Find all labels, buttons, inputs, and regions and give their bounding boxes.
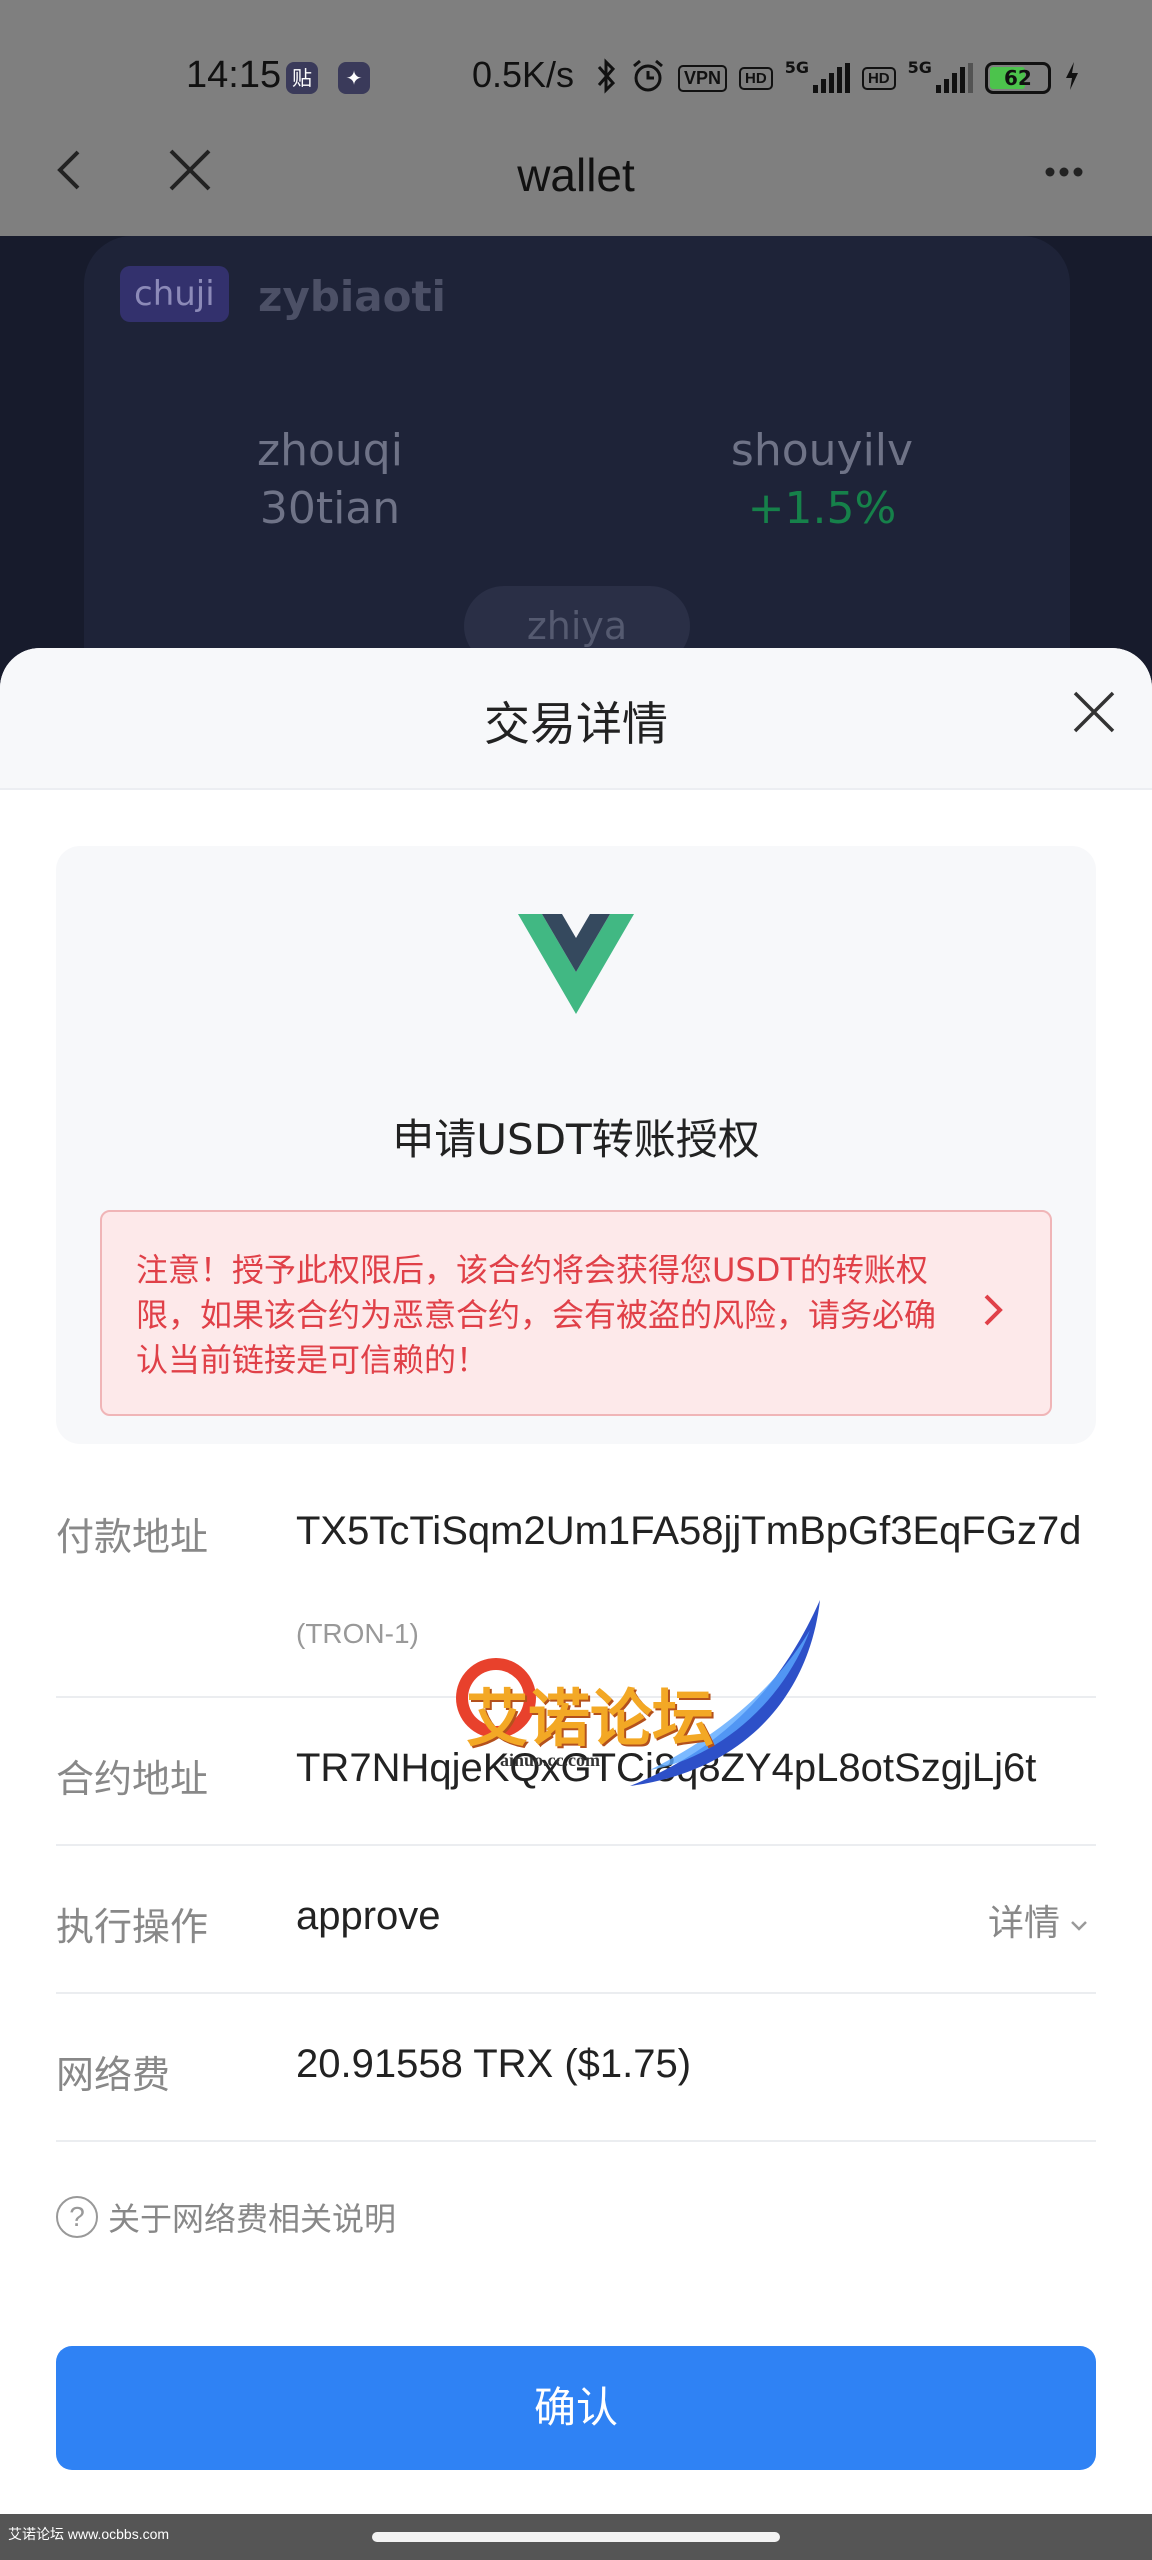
signal-strength-icon: [812, 63, 850, 93]
authorization-panel: 申请USDT转账授权 注意！授予此权限后，该合约将会获得您USDT的转账权限，如…: [56, 846, 1096, 1444]
status-time: 14:15: [186, 54, 282, 96]
battery-level: 62: [1003, 66, 1032, 90]
hd-icon: HD: [739, 66, 773, 90]
more-button[interactable]: [1034, 142, 1094, 202]
period-label: zhouqi: [257, 425, 403, 476]
nav-bar: wallet: [0, 110, 1152, 236]
period-value: 30tian: [259, 483, 401, 534]
action-label: 执行操作: [56, 1905, 209, 1949]
payer-address-value: TX5TcTiSqm2Um1FA58jjTmBpGf3EqFGz7d: [296, 1509, 1082, 1553]
sim2-5g-label: 5G: [907, 58, 932, 77]
action-value: approve: [296, 1894, 441, 1938]
fee-help-link[interactable]: ? 关于网络费相关说明: [56, 2194, 396, 2240]
payer-network: (TRON-1): [296, 1618, 419, 1649]
transaction-details-sheet: 交易详情 申请USDT转账授权 注意！授予此权限后，该合约将会获得您USDT的转…: [0, 648, 1152, 2514]
network-fee-label: 网络费: [56, 2053, 171, 2097]
contract-address-label: 合约地址: [56, 1757, 209, 1801]
action-row: 执行操作 approve 详情: [56, 1846, 1096, 1994]
network-fee-value: 20.91558 TRX ($1.75): [296, 2042, 692, 2086]
payer-address-label: 付款地址: [56, 1515, 209, 1559]
close-icon: [1072, 691, 1116, 738]
confirm-button[interactable]: 确认: [56, 2346, 1096, 2470]
bluetooth-icon: [596, 58, 618, 98]
chevron-down-icon: [1070, 1900, 1088, 1941]
details-label: 详情: [987, 1903, 1060, 1944]
fee-help-text: 关于网络费相关说明: [108, 2200, 397, 2238]
level-tag: chuji: [120, 266, 229, 322]
battery-icon: 62: [984, 62, 1051, 94]
chevron-right-icon: [982, 1292, 1006, 1332]
yield-stat: shouyilv +1.5%: [672, 422, 972, 538]
watermark-text: 艾诺论坛: [466, 1682, 715, 1755]
period-stat: zhouqi 30tian: [180, 422, 480, 538]
yield-label: shouyilv: [730, 425, 914, 476]
more-dots-icon: [1044, 163, 1084, 182]
yield-value: +1.5%: [747, 483, 897, 534]
charging-icon: [1063, 60, 1081, 96]
alarm-icon: [630, 58, 666, 98]
footer-watermark: 艾诺论坛 www.ocbbs.com: [8, 2526, 170, 2542]
app-notification-icon: ✦: [338, 62, 370, 94]
page-title: wallet: [517, 149, 635, 201]
risk-warning-text: 注意！授予此权限后，该合约将会获得您USDT的转账权限，如果该合约为恶意合约，会…: [136, 1251, 937, 1379]
sheet-header: 交易详情: [0, 648, 1152, 790]
action-details-link[interactable]: 详情: [988, 1894, 1088, 1946]
sheet-title: 交易详情: [484, 697, 668, 751]
sim1-5g-label: 5G: [784, 58, 809, 77]
card-title: zybiaoti: [258, 272, 446, 321]
vpn-icon: VPN: [678, 64, 728, 92]
watermark-url: ainuo.cc.com: [500, 1750, 600, 1770]
status-bar: 14:15 贴 ✦ 0.5K/s VPN HD 5G HD 5G 62: [0, 0, 1152, 110]
help-circle-icon: ?: [56, 2196, 98, 2238]
home-indicator[interactable]: [372, 2532, 780, 2542]
sheet-close-button[interactable]: [1072, 690, 1132, 750]
hd-icon-2: HD: [861, 66, 896, 90]
vue-logo-icon: [518, 908, 634, 1022]
network-fee-row: 网络费 20.91558 TRX ($1.75): [56, 1994, 1096, 2142]
tieba-app-icon: 贴: [286, 62, 318, 94]
network-speed: 0.5K/s: [472, 54, 575, 95]
authorization-title: 申请USDT转账授权: [392, 1115, 760, 1164]
status-icons: VPN HD 5G HD 5G 62: [596, 58, 1081, 98]
risk-warning[interactable]: 注意！授予此权限后，该合约将会获得您USDT的转账权限，如果该合约为恶意合约，会…: [100, 1210, 1052, 1416]
signal-strength-icon-2: [935, 63, 973, 93]
